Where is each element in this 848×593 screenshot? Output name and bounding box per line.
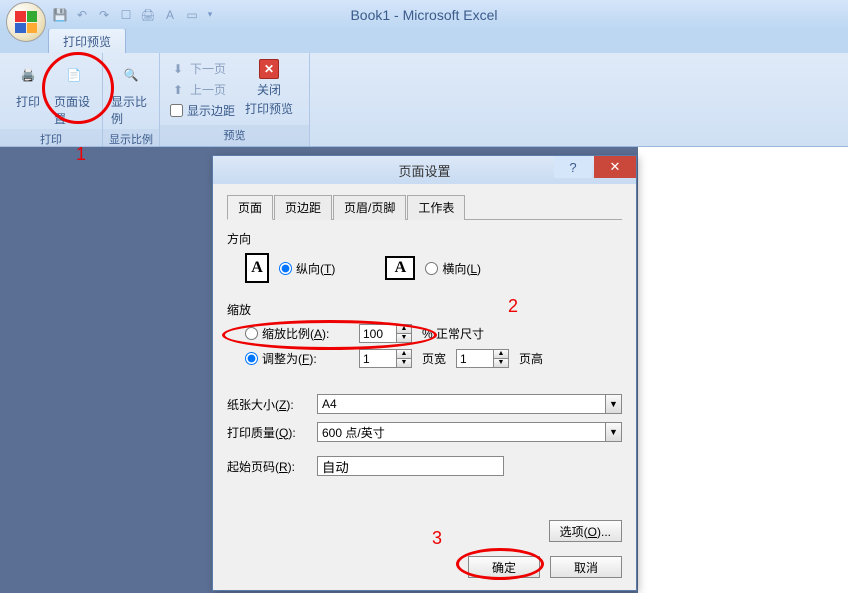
preview-area-right [637, 147, 848, 593]
ribbon-group-zoom: 🔍 显示比例 显示比例 [103, 53, 160, 146]
page-setup-label: 页面设置 [54, 93, 94, 127]
prev-page-label: 上一页 [190, 81, 226, 98]
print-quality-label: 打印质量(Q): [227, 424, 309, 441]
office-logo-icon [15, 11, 37, 33]
printer-icon: 🖨️ [12, 59, 44, 91]
close-preview-label1: 关闭 [257, 81, 281, 98]
save-icon[interactable]: 💾 [52, 7, 68, 23]
spin-down-icon[interactable]: ▼ [397, 359, 411, 367]
spin-up-icon[interactable]: ▲ [397, 350, 411, 359]
qat-icon-7[interactable]: ▭ [184, 7, 200, 23]
tab-print-preview[interactable]: 打印预览 [48, 28, 126, 53]
page-setup-icon: 📄 [58, 59, 90, 91]
dialog-title: 页面设置 [398, 161, 450, 180]
print-quality-input[interactable] [318, 423, 605, 441]
ribbon: 🖨️ 打印 📄 页面设置 打印 🔍 显示比例 显示比例 ⬇ 下一页 [0, 53, 848, 147]
zoom-button[interactable]: 🔍 显示比例 [109, 57, 153, 129]
qat-icon-6[interactable]: A [162, 7, 178, 23]
close-preview-button[interactable]: ✕ 关闭 打印预览 [241, 57, 297, 119]
arrow-up-icon: ⬆ [170, 82, 186, 98]
close-icon: ✕ [259, 59, 279, 79]
dialog-titlebar[interactable]: 页面设置 ? ✕ [213, 156, 636, 184]
fit-to-radio-input[interactable] [245, 352, 258, 365]
paper-size-label: 纸张大小(Z): [227, 396, 309, 413]
tab-sheet[interactable]: 工作表 [407, 195, 465, 220]
show-margins-checkbox[interactable]: 显示边距 [166, 101, 239, 120]
fit-wide-input[interactable] [360, 350, 396, 367]
landscape-radio[interactable]: 横向(L) [425, 260, 481, 277]
magnifier-icon: 🔍 [115, 59, 147, 91]
qat-icon-5[interactable]: 🖨 [140, 7, 156, 23]
portrait-radio[interactable]: 纵向(T) [279, 260, 335, 277]
tab-header-footer[interactable]: 页眉/页脚 [333, 195, 406, 220]
print-button[interactable]: 🖨️ 打印 [6, 57, 50, 112]
options-button[interactable]: 选项(O)... [549, 520, 622, 542]
orientation-label: 方向 [227, 230, 622, 247]
chevron-down-icon[interactable]: ▼ [605, 423, 621, 441]
cancel-button[interactable]: 取消 [550, 556, 622, 578]
ribbon-tabs: 打印预览 [0, 29, 848, 53]
show-margins-label: 显示边距 [187, 102, 235, 119]
next-page-button[interactable]: ⬇ 下一页 [166, 59, 239, 78]
scaling-label: 缩放 [227, 301, 622, 318]
arrow-down-icon: ⬇ [170, 61, 186, 77]
prev-page-button[interactable]: ⬆ 上一页 [166, 80, 239, 99]
landscape-radio-input[interactable] [425, 262, 438, 275]
dialog-help-button[interactable]: ? [554, 156, 592, 178]
redo-icon[interactable]: ↷ [96, 7, 112, 23]
adjust-to-input[interactable] [360, 325, 396, 342]
dialog-tabs: 页面 页边距 页眉/页脚 工作表 [227, 194, 622, 220]
adjust-to-radio-input[interactable] [245, 327, 258, 340]
chevron-down-icon[interactable]: ▼ [605, 395, 621, 413]
spin-down-icon[interactable]: ▼ [494, 359, 508, 367]
fit-tall-input[interactable] [457, 350, 493, 367]
fit-wide-spinner[interactable]: ▲▼ [359, 349, 412, 368]
fit-tall-suffix: 页高 [519, 350, 543, 367]
show-margins-input[interactable] [170, 104, 183, 117]
group-preview-label: 预览 [160, 125, 309, 146]
adjust-suffix: % 正常尺寸 [422, 325, 484, 342]
print-label: 打印 [16, 93, 40, 110]
landscape-icon: A [385, 256, 415, 280]
office-button[interactable] [6, 2, 46, 42]
close-preview-label2: 打印预览 [245, 100, 293, 117]
spin-down-icon[interactable]: ▼ [397, 334, 411, 342]
first-page-input[interactable] [317, 456, 504, 476]
adjust-to-radio[interactable]: 缩放比例(A): [245, 325, 349, 342]
quick-access-toolbar: 💾 ↶ ↷ ☐ 🖨 A ▭ ▾ [52, 7, 214, 23]
ribbon-group-print: 🖨️ 打印 📄 页面设置 打印 [0, 53, 103, 146]
next-page-label: 下一页 [190, 60, 226, 77]
page-setup-dialog: 页面设置 ? ✕ 页面 页边距 页眉/页脚 工作表 方向 A 纵向(T) A 横… [212, 155, 637, 591]
fit-wide-suffix: 页宽 [422, 350, 446, 367]
fit-to-radio[interactable]: 调整为(F): [245, 350, 349, 367]
print-quality-combo[interactable]: ▼ [317, 422, 622, 442]
first-page-label: 起始页码(R): [227, 458, 309, 475]
tab-margins[interactable]: 页边距 [274, 195, 332, 220]
qat-dropdown-icon[interactable]: ▾ [206, 7, 214, 23]
ok-button[interactable]: 确定 [468, 556, 540, 578]
qat-icon-4[interactable]: ☐ [118, 7, 134, 23]
portrait-radio-input[interactable] [279, 262, 292, 275]
dialog-close-button[interactable]: ✕ [594, 156, 636, 178]
titlebar: 💾 ↶ ↷ ☐ 🖨 A ▭ ▾ Book1 - Microsoft Excel [0, 0, 848, 29]
zoom-label: 显示比例 [111, 93, 151, 127]
paper-size-combo[interactable]: ▼ [317, 394, 622, 414]
undo-icon[interactable]: ↶ [74, 7, 90, 23]
ribbon-group-preview: ⬇ 下一页 ⬆ 上一页 显示边距 ✕ 关闭 打印预览 预览 [160, 53, 310, 146]
spin-up-icon[interactable]: ▲ [494, 350, 508, 359]
spin-up-icon[interactable]: ▲ [397, 325, 411, 334]
portrait-icon: A [245, 253, 269, 283]
fit-tall-spinner[interactable]: ▲▼ [456, 349, 509, 368]
paper-size-input[interactable] [318, 395, 605, 413]
tab-page[interactable]: 页面 [227, 195, 273, 220]
adjust-to-spinner[interactable]: ▲▼ [359, 324, 412, 343]
page-setup-button[interactable]: 📄 页面设置 [52, 57, 96, 129]
